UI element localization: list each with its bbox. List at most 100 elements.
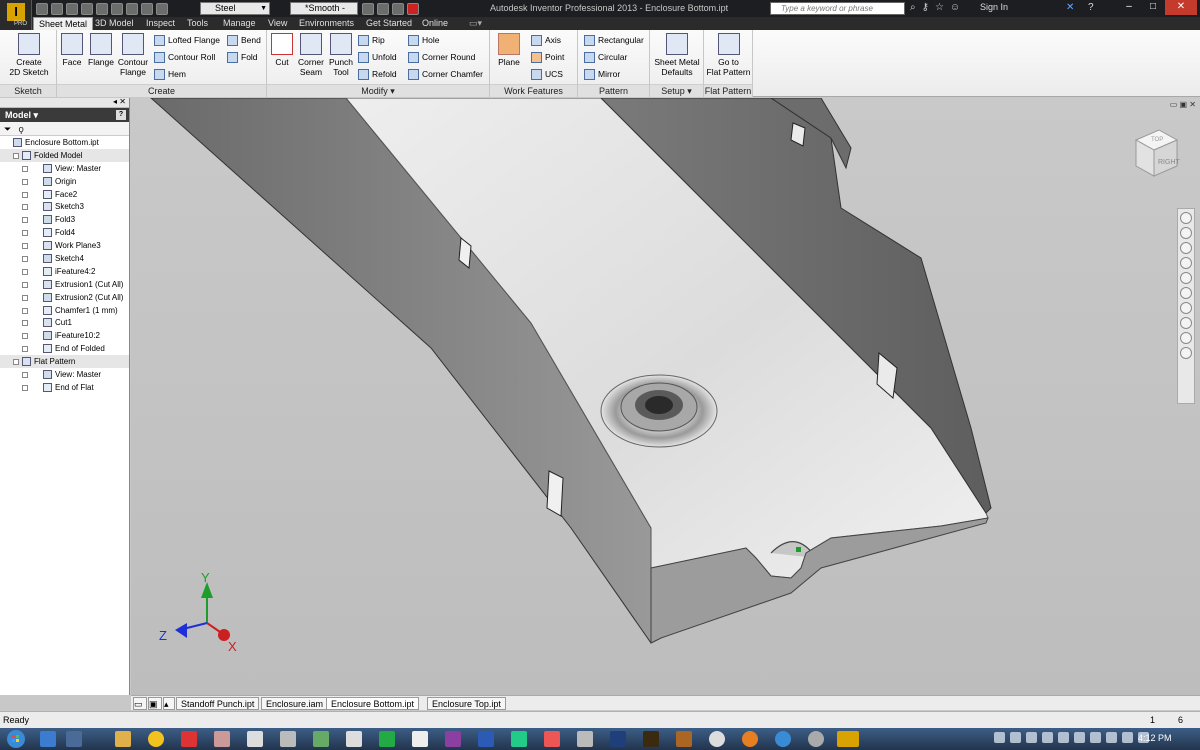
help-icon[interactable]: ? xyxy=(1088,2,1094,13)
plane-button[interactable]: Plane xyxy=(496,33,522,67)
doc-tab-standoff-punch[interactable]: Standoff Punch.ipt xyxy=(176,697,260,710)
function-icon[interactable] xyxy=(392,2,404,15)
zoom-window-icon[interactable] xyxy=(1180,272,1192,284)
ucs-button[interactable]: UCS xyxy=(531,67,563,81)
browser-tree-item[interactable]: View: Master xyxy=(0,368,129,381)
doc-tab-enclosure-bottom[interactable]: Enclosure Bottom.ipt xyxy=(326,697,420,710)
tray-icon[interactable] xyxy=(1074,732,1085,743)
point-button[interactable]: Point xyxy=(531,50,564,64)
taskbar-app-icon[interactable] xyxy=(379,731,395,747)
axis-button[interactable]: Axis xyxy=(531,33,561,47)
doc-tab-enclosure-top[interactable]: Enclosure Top.ipt xyxy=(427,697,506,710)
print-icon[interactable] xyxy=(126,2,138,15)
refold-button[interactable]: Refold xyxy=(358,67,397,81)
browser-tree-item[interactable]: Chamfer1 (1 mm) xyxy=(0,304,129,317)
appearance-icon[interactable] xyxy=(1180,332,1192,344)
browser-tree-item[interactable]: Fold3 xyxy=(0,213,129,226)
browser-tree-item[interactable]: Flat Pattern xyxy=(0,355,129,369)
browser-tree-item[interactable]: View: Master xyxy=(0,162,129,175)
mirror-button[interactable]: Mirror xyxy=(584,67,620,81)
cascade-icon[interactable]: ▣ xyxy=(148,697,162,710)
find-icon[interactable]: ⚲ xyxy=(19,124,24,134)
tab-get-started[interactable]: Get Started xyxy=(361,17,417,30)
bend-button[interactable]: Bend xyxy=(227,33,261,47)
corner-round-button[interactable]: Corner Round xyxy=(408,50,475,64)
expand-icon[interactable] xyxy=(22,320,28,327)
contour-flange-button[interactable]: Contour Flange xyxy=(117,33,149,77)
browser-tree-item[interactable]: Fold4 xyxy=(0,226,129,239)
pan-icon[interactable] xyxy=(1180,242,1192,254)
browser-tree-item[interactable]: End of Folded xyxy=(0,342,129,355)
browser-tree-item[interactable]: Folded Model xyxy=(0,148,129,162)
hem-button[interactable]: Hem xyxy=(154,67,186,81)
expand-icon[interactable] xyxy=(22,372,28,379)
expand-icon[interactable] xyxy=(22,256,28,263)
expand-icon[interactable] xyxy=(22,178,28,185)
expand-icon[interactable] xyxy=(13,152,19,159)
application-menu-button[interactable]: I PRO xyxy=(0,0,32,30)
minimize-button[interactable]: – xyxy=(1117,0,1141,15)
redo-icon[interactable] xyxy=(96,2,108,15)
inventor-taskbar-icon[interactable] xyxy=(837,731,859,747)
tab-tools[interactable]: Tools xyxy=(182,17,213,30)
corner-chamfer-button[interactable]: Corner Chamfer xyxy=(408,67,483,81)
viewcube[interactable]: TOP RIGHT xyxy=(1131,128,1181,180)
measure-icon[interactable] xyxy=(362,2,374,15)
ribbon-options-icon[interactable]: ▭▾ xyxy=(464,17,487,30)
steering-wheel-icon[interactable] xyxy=(1180,212,1192,224)
browser-tree-item[interactable]: Origin xyxy=(0,175,129,188)
face-button[interactable]: Face xyxy=(60,33,84,67)
expand-icon[interactable] xyxy=(22,165,28,172)
return-icon[interactable] xyxy=(111,2,123,15)
panel-title-setup[interactable]: Setup ▾ xyxy=(650,84,703,97)
folder-icon[interactable] xyxy=(115,731,131,747)
browser-tree-item[interactable]: Extrusion2 (Cut All) xyxy=(0,291,129,304)
hole-button[interactable]: Hole xyxy=(408,33,439,47)
rip-button[interactable]: Rip xyxy=(358,33,385,47)
tab-3d-model[interactable]: 3D Model xyxy=(90,17,139,30)
binoculars-icon[interactable]: ⌕ xyxy=(910,2,916,13)
material-sphere-icon[interactable] xyxy=(156,2,168,15)
taskbar-app-icon[interactable] xyxy=(40,731,56,747)
sign-in-link[interactable]: Sign In xyxy=(980,2,1008,12)
exchange-icon[interactable]: ✕ xyxy=(1066,2,1074,13)
expand-icon[interactable] xyxy=(22,281,28,288)
flange-button[interactable]: Flange xyxy=(87,33,115,67)
browser-tree-item[interactable]: Cut1 xyxy=(0,316,129,329)
go-to-flat-pattern-button[interactable]: Go to Flat Pattern xyxy=(706,33,751,77)
tray-icon[interactable] xyxy=(994,732,1005,743)
expand-icon[interactable] xyxy=(22,384,28,391)
taskbar-app-icon[interactable] xyxy=(544,731,560,747)
settings-icon[interactable] xyxy=(1180,347,1192,359)
word-icon[interactable] xyxy=(478,731,494,747)
key-icon[interactable]: ⚷ xyxy=(922,2,929,13)
expand-icon[interactable] xyxy=(22,346,28,353)
taskbar-app-icon[interactable] xyxy=(511,731,527,747)
onenote-icon[interactable] xyxy=(445,731,461,747)
doc-menu-icon[interactable]: ▴ xyxy=(163,697,175,710)
full-navigation-icon[interactable] xyxy=(1180,227,1192,239)
tray-icon[interactable] xyxy=(1090,732,1101,743)
user-icon[interactable]: ☺ xyxy=(950,2,960,13)
expand-icon[interactable] xyxy=(22,191,28,198)
photoshop-icon[interactable] xyxy=(610,731,626,747)
part-model[interactable]: Y Z X xyxy=(131,98,1200,695)
fold-button[interactable]: Fold xyxy=(227,50,258,64)
corner-seam-button[interactable]: Corner Seam xyxy=(296,33,326,77)
add-icon[interactable] xyxy=(407,2,419,15)
expand-icon[interactable] xyxy=(22,243,28,250)
browser-tree-item[interactable]: End of Flat xyxy=(0,381,129,394)
tab-online[interactable]: Online xyxy=(417,17,453,30)
material-dropdown[interactable]: Steel ▼ xyxy=(200,2,270,15)
lofted-flange-button[interactable]: Lofted Flange xyxy=(154,33,220,47)
appearance-dropdown[interactable]: *Smooth - xyxy=(290,2,358,15)
expand-icon[interactable] xyxy=(22,333,28,340)
cut-button[interactable]: Cut xyxy=(271,33,293,67)
zoom-icon[interactable] xyxy=(1180,257,1192,269)
taskbar-app-icon[interactable] xyxy=(676,731,692,747)
browser-tree-item[interactable]: Extrusion1 (Cut All) xyxy=(0,278,129,291)
tray-icon[interactable] xyxy=(1058,732,1069,743)
internet-explorer-icon[interactable] xyxy=(775,731,791,747)
contour-roll-button[interactable]: Contour Roll xyxy=(154,50,215,64)
graphics-window[interactable]: Y Z X ▭ ▣ ✕ TOP RIGHT xyxy=(131,98,1200,695)
